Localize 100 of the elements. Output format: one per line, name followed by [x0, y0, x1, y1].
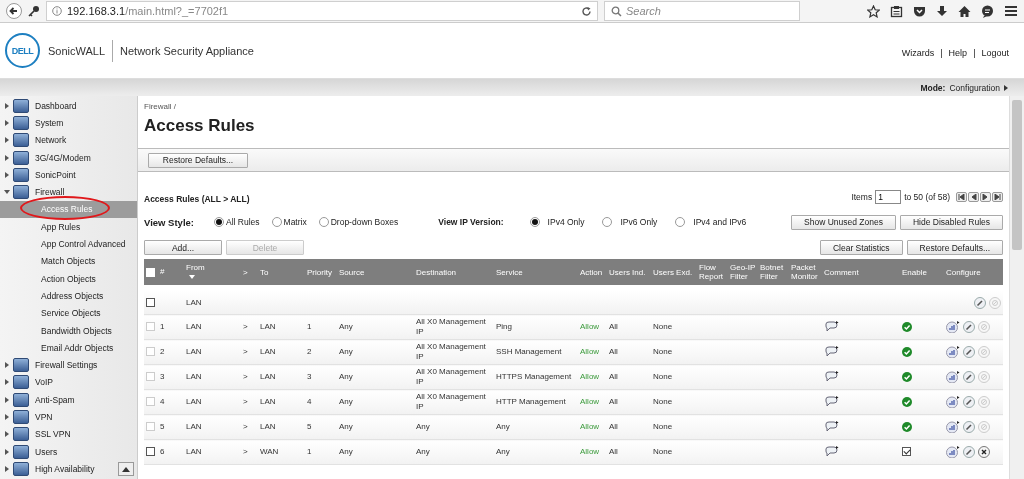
sidebar-item[interactable]: SSL VPN — [35, 429, 71, 440]
radio-label[interactable]: IPv4 Only — [547, 217, 585, 227]
expander-icon[interactable] — [5, 431, 9, 438]
edit-icon[interactable] — [963, 396, 975, 408]
next-page-button[interactable] — [980, 192, 991, 202]
chat-icon[interactable] — [981, 4, 994, 18]
sidebar-item[interactable]: 3G/4G/Modem — [35, 152, 91, 163]
radio-label[interactable]: IPv4 and IPv6 — [693, 217, 747, 227]
radio-label[interactable]: Matrix — [283, 217, 307, 227]
sidebar-item[interactable]: VoIP — [35, 377, 53, 388]
breadcrumb[interactable]: Firewall / — [144, 102, 1003, 111]
sidebar-subitem[interactable]: Email Addr Objects — [0, 339, 137, 357]
comment-icon[interactable] — [824, 396, 839, 408]
sidebar-subitem[interactable]: Service Objects — [0, 304, 137, 322]
search-field[interactable]: Search — [604, 1, 800, 21]
info-icon[interactable] — [52, 6, 62, 16]
expander-icon[interactable] — [5, 171, 9, 178]
edit-icon[interactable] — [963, 371, 975, 383]
sidebar-subitem[interactable]: Bandwidth Objects — [0, 321, 137, 340]
header-link[interactable]: Wizards — [901, 47, 935, 58]
comment-icon[interactable] — [824, 371, 839, 383]
items-field[interactable]: 1 — [875, 190, 902, 204]
expander-icon[interactable] — [5, 396, 9, 403]
comment-icon[interactable] — [824, 321, 839, 333]
restore-defaults-button[interactable]: Restore Defaults... — [148, 152, 248, 168]
checkbox[interactable] — [146, 297, 155, 307]
sidebar-subitem[interactable]: Action Objects — [0, 269, 137, 288]
checkbox[interactable] — [902, 447, 911, 457]
menu-icon[interactable] — [1004, 5, 1018, 17]
expander-icon[interactable] — [5, 102, 9, 109]
radio-button[interactable] — [529, 217, 540, 227]
sidebar-item[interactable]: System — [35, 117, 64, 128]
expander-icon[interactable] — [5, 414, 9, 420]
sidebar-item[interactable]: SonicPoint — [35, 169, 76, 180]
edit-icon[interactable] — [963, 421, 975, 433]
home-icon[interactable] — [958, 4, 971, 18]
sidebar-item[interactable]: Dashboard — [35, 100, 77, 111]
action-button[interactable]: Clear Statistics — [819, 240, 903, 255]
radio-label[interactable]: Drop-down Boxes — [330, 217, 399, 227]
sidebar-item[interactable]: Users — [35, 446, 58, 457]
download-icon[interactable] — [936, 4, 948, 18]
statistics-icon[interactable] — [946, 371, 960, 383]
sidebar-subitem[interactable]: App Rules — [0, 218, 137, 236]
pocket-icon[interactable] — [913, 4, 926, 18]
star-icon[interactable] — [867, 4, 880, 18]
statistics-icon[interactable] — [946, 396, 960, 408]
sidebar-item[interactable]: Firewall Settings — [35, 360, 98, 371]
reload-icon[interactable] — [581, 5, 592, 17]
statistics-icon[interactable] — [946, 321, 960, 333]
clipboard-icon[interactable] — [890, 4, 903, 18]
radio-button[interactable] — [214, 217, 224, 227]
sidebar-item[interactable]: VPN — [35, 412, 53, 422]
address-field[interactable]: 192.168.3.1/main.html?_=7702f1 — [46, 1, 598, 21]
sidebar-item[interactable]: Anti-Spam — [35, 394, 75, 405]
radio-button[interactable] — [271, 217, 282, 227]
checkbox[interactable] — [146, 447, 155, 457]
statistics-icon[interactable] — [946, 346, 960, 358]
comment-icon[interactable] — [824, 446, 839, 458]
scrollbar-thumb[interactable] — [1012, 100, 1022, 250]
back-icon[interactable] — [6, 3, 22, 19]
edit-icon[interactable] — [974, 296, 986, 309]
action-button[interactable]: Add... — [144, 240, 222, 255]
sidebar-item[interactable]: Network — [35, 135, 67, 146]
header-link[interactable]: Logout — [981, 47, 1009, 58]
scrollbar[interactable] — [1009, 96, 1024, 479]
edit-icon[interactable] — [963, 446, 975, 458]
radio-button[interactable] — [602, 217, 613, 227]
statistics-icon[interactable] — [946, 421, 960, 433]
comment-icon[interactable] — [824, 346, 839, 358]
scroll-up-button[interactable] — [118, 462, 134, 476]
view-button[interactable]: Hide Disabled Rules — [900, 214, 1003, 230]
search-input[interactable]: Search — [626, 4, 776, 18]
radio-label[interactable]: IPv6 Only — [620, 217, 658, 227]
radio-button[interactable] — [318, 217, 329, 227]
mode-value[interactable]: Configuration — [949, 82, 1000, 93]
header-link[interactable]: Help — [948, 47, 968, 58]
sidebar-subitem[interactable]: App Control Advanced — [0, 235, 137, 253]
expander-icon[interactable] — [5, 137, 9, 144]
view-button[interactable]: Show Unused Zones — [791, 214, 896, 230]
column-header[interactable]: # — [160, 267, 165, 277]
arrow-icon[interactable] — [1004, 84, 1008, 91]
sidebar-subitem[interactable]: Match Objects — [0, 252, 137, 270]
comment-icon[interactable] — [824, 421, 839, 433]
radio-button[interactable] — [675, 217, 686, 227]
expander-icon[interactable] — [5, 465, 9, 472]
expander-icon[interactable] — [5, 119, 9, 126]
last-page-button[interactable] — [992, 192, 1003, 202]
key-icon[interactable] — [28, 5, 40, 17]
previous-page-button[interactable] — [968, 192, 979, 202]
first-page-button[interactable] — [956, 192, 967, 202]
expander-icon[interactable] — [5, 379, 9, 386]
delete-icon[interactable] — [978, 446, 990, 458]
expander-icon[interactable] — [5, 448, 9, 455]
sort-icon[interactable] — [189, 274, 195, 279]
sidebar-item[interactable]: High Availability — [35, 463, 95, 474]
sidebar-item[interactable]: Firewall — [35, 187, 65, 198]
expander-icon[interactable] — [5, 362, 9, 369]
expander-icon[interactable] — [5, 154, 9, 161]
statistics-icon[interactable] — [946, 446, 960, 458]
sidebar-subitem[interactable]: Address Objects — [0, 287, 137, 305]
